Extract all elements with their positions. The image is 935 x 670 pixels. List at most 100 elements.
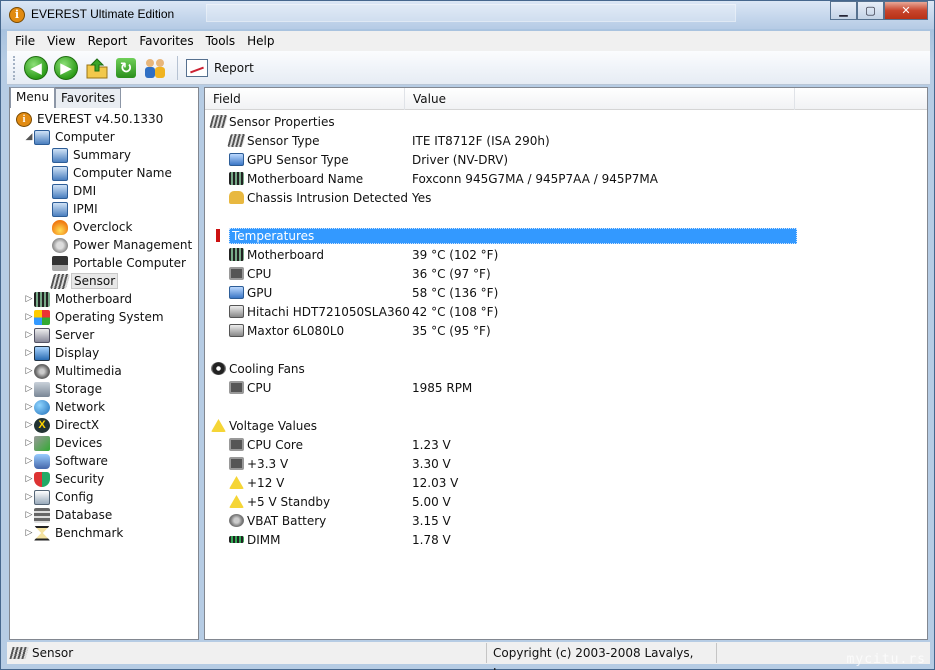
tree-item-power-management[interactable]: Power Management — [10, 236, 198, 254]
tree-item-portable-computer[interactable]: Portable Computer — [10, 254, 198, 272]
tree-item-devices[interactable]: ▷ Devices — [10, 434, 198, 452]
tree-item-computer-name[interactable]: Computer Name — [10, 164, 198, 182]
expand-toggle-icon[interactable]: ▷ — [24, 474, 34, 484]
tree-item-label: DirectX — [55, 418, 100, 432]
tree-item-security[interactable]: ▷ Security — [10, 470, 198, 488]
tree-item-ipmi[interactable]: IPMI — [10, 200, 198, 218]
sensor-row[interactable]: Hitachi HDT721050SLA360 42 °C (108 °F) — [205, 302, 927, 321]
sensor-row[interactable]: CPU 36 °C (97 °F) — [205, 264, 927, 283]
expand-toggle-icon[interactable]: ◢ — [24, 132, 34, 142]
cpu-icon — [229, 457, 244, 470]
menu-tools[interactable]: Tools — [200, 34, 242, 48]
expand-toggle-icon[interactable]: ▷ — [24, 402, 34, 412]
menu-file[interactable]: File — [9, 34, 41, 48]
users-icon[interactable] — [142, 56, 168, 80]
tree-item-motherboard[interactable]: ▷ Motherboard — [10, 290, 198, 308]
tab-menu[interactable]: Menu — [10, 87, 55, 108]
tree-item-benchmark[interactable]: ▷ Benchmark — [10, 524, 198, 542]
tree-item-label: Portable Computer — [73, 256, 186, 270]
tree-item-software[interactable]: ▷ Software — [10, 452, 198, 470]
group-header[interactable]: Voltage Values — [205, 416, 927, 435]
refresh-icon[interactable]: ↻ — [116, 57, 136, 78]
menu-favorites[interactable]: Favorites — [133, 34, 199, 48]
sensor-row[interactable]: +5 V Standby 5.00 V — [205, 492, 927, 511]
up-folder-icon[interactable] — [84, 56, 110, 80]
group-header[interactable]: Temperatures — [205, 226, 927, 245]
tree-item-operating-system[interactable]: ▷ Operating System — [10, 308, 198, 326]
field-label: CPU Core — [247, 437, 303, 452]
sensor-row[interactable]: CPU 1985 RPM — [205, 378, 927, 397]
expand-toggle-icon[interactable]: ▷ — [24, 438, 34, 448]
sensor-row[interactable]: Sensor Type ITE IT8712F (ISA 290h) — [205, 131, 927, 150]
expand-toggle-icon[interactable]: ▷ — [24, 420, 34, 430]
sensor-row[interactable]: Motherboard 39 °C (102 °F) — [205, 245, 927, 264]
sensor-row[interactable]: +12 V 12.03 V — [205, 473, 927, 492]
field-label: GPU — [247, 285, 273, 300]
motherboard-icon — [229, 248, 244, 261]
tree-item-display[interactable]: ▷ Display — [10, 344, 198, 362]
sensor-row[interactable]: DIMM 1.78 V — [205, 530, 927, 549]
group-header[interactable]: Sensor Properties — [205, 112, 927, 131]
sensor-row[interactable]: GPU Sensor Type Driver (NV-DRV) — [205, 150, 927, 169]
field-value: 12.03 V — [412, 475, 459, 490]
close-button[interactable]: ✕ — [884, 1, 928, 20]
expand-toggle-icon[interactable]: ▷ — [24, 456, 34, 466]
tree-item-computer[interactable]: ◢ Computer — [10, 128, 198, 146]
menu-view[interactable]: View — [41, 34, 81, 48]
tree-item-sensor[interactable]: Sensor — [10, 272, 198, 290]
tree-item-label: Summary — [73, 148, 131, 162]
sensor-row[interactable]: Motherboard Name Foxconn 945G7MA / 945P7A… — [205, 169, 927, 188]
sensor-row[interactable]: Chassis Intrusion Detected Yes — [205, 188, 927, 207]
column-value[interactable]: Value — [405, 88, 795, 110]
back-icon[interactable]: ◀ — [24, 55, 48, 80]
column-field[interactable]: Field — [205, 88, 405, 110]
tree-item-multimedia[interactable]: ▷ Multimedia — [10, 362, 198, 380]
expand-toggle-icon[interactable]: ▷ — [24, 492, 34, 502]
tree-item-database[interactable]: ▷ Database — [10, 506, 198, 524]
tree-item-storage[interactable]: ▷ Storage — [10, 380, 198, 398]
tree-item-summary[interactable]: Summary — [10, 146, 198, 164]
expand-toggle-icon[interactable]: ▷ — [24, 366, 34, 376]
tree-item-dmi[interactable]: DMI — [10, 182, 198, 200]
tree-item-overclock[interactable]: Overclock — [10, 218, 198, 236]
field-label: GPU Sensor Type — [247, 152, 349, 167]
tree-item-directx[interactable]: ▷ X DirectX — [10, 416, 198, 434]
status-copyright: Copyright (c) 2003-2008 Lavalys, Inc. — [487, 643, 717, 670]
field-value: 3.30 V — [412, 456, 451, 471]
tab-favorites[interactable]: Favorites — [54, 88, 122, 108]
field-value: 58 °C (136 °F) — [412, 285, 499, 300]
expand-toggle-icon[interactable]: ▷ — [24, 510, 34, 520]
app-info-icon[interactable]: i — [9, 7, 25, 23]
expand-toggle-icon[interactable]: ▷ — [24, 384, 34, 394]
battery-icon — [229, 514, 244, 527]
sensor-row[interactable]: +3.3 V 3.30 V — [205, 454, 927, 473]
expand-toggle-icon[interactable]: ▷ — [24, 330, 34, 340]
menu-report[interactable]: Report — [82, 34, 134, 48]
navigation-tree: i EVEREST v4.50.1330 ◢ Computer Summary Compu… — [10, 110, 198, 542]
sensor-row[interactable]: Maxtor 6L080L0 35 °C (95 °F) — [205, 321, 927, 340]
expand-toggle-icon[interactable]: ▷ — [24, 312, 34, 322]
expand-toggle-icon[interactable]: ▷ — [24, 528, 34, 538]
toolbar-separator — [177, 55, 178, 80]
expand-toggle-icon[interactable]: ▷ — [24, 294, 34, 304]
report-button[interactable]: Report — [186, 58, 254, 77]
tree-item-config[interactable]: ▷ Config — [10, 488, 198, 506]
cpu-icon — [229, 381, 244, 394]
tree-item-server[interactable]: ▷ Server — [10, 326, 198, 344]
nav-tabs: Menu Favorites — [10, 87, 122, 108]
sensor-row[interactable]: VBAT Battery 3.15 V — [205, 511, 927, 530]
sensor-row[interactable]: CPU Core 1.23 V — [205, 435, 927, 454]
expand-toggle-icon[interactable]: ▷ — [24, 348, 34, 358]
field-label: CPU — [247, 266, 272, 281]
maximize-button[interactable]: ▢ — [857, 1, 884, 20]
details-panel: Field Value Sensor Properties Sensor Type… — [204, 87, 928, 640]
tree-item-everest-v4-50-1330[interactable]: i EVEREST v4.50.1330 — [10, 110, 198, 128]
toolbar-grip[interactable] — [13, 55, 17, 80]
minimize-button[interactable]: ▁ — [830, 1, 857, 20]
title-bar[interactable]: i EVEREST Ultimate Edition ▁ ▢ ✕ — [1, 1, 934, 29]
forward-icon[interactable]: ▶ — [54, 55, 78, 80]
tree-item-network[interactable]: ▷ Network — [10, 398, 198, 416]
group-header[interactable]: Cooling Fans — [205, 359, 927, 378]
menu-help[interactable]: Help — [241, 34, 280, 48]
sensor-row[interactable]: GPU 58 °C (136 °F) — [205, 283, 927, 302]
